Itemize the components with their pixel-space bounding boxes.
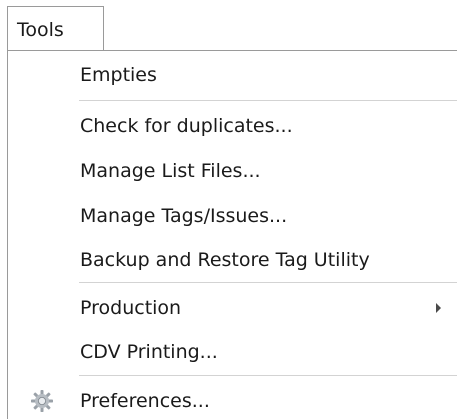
menu-item-empties[interactable]: Empties <box>8 53 457 97</box>
menu-item-production[interactable]: Production <box>8 286 457 330</box>
tools-menu-tab[interactable]: Tools <box>7 6 104 50</box>
menu-item-label: CDV Printing... <box>80 341 218 363</box>
menu-item-backup-restore[interactable]: Backup and Restore Tag Utility <box>8 238 457 282</box>
menu-item-cdv-printing[interactable]: CDV Printing... <box>8 330 457 374</box>
gear-icon <box>31 390 53 412</box>
submenu-arrow-icon <box>436 303 441 313</box>
menu-item-check-duplicates[interactable]: Check for duplicates... <box>8 104 457 148</box>
menu-separator <box>79 100 457 101</box>
app-root: Tools Empties Check for duplicates... Ma… <box>0 0 457 419</box>
menu-bar: Tools <box>0 0 457 51</box>
menu-separator <box>79 375 457 376</box>
tools-dropdown-menu: Empties Check for duplicates... Manage L… <box>7 50 457 419</box>
menu-item-label: Preferences... <box>80 390 210 412</box>
menu-item-label: Production <box>80 297 182 319</box>
menu-item-label: Backup and Restore Tag Utility <box>80 249 370 271</box>
menu-item-label: Empties <box>80 64 157 86</box>
menu-item-label: Check for duplicates... <box>80 115 293 137</box>
menu-separator <box>79 282 457 283</box>
menu-item-label: Manage Tags/Issues... <box>80 205 288 227</box>
menu-item-manage-tags-issues[interactable]: Manage Tags/Issues... <box>8 194 457 238</box>
menu-item-preferences[interactable]: Preferences... <box>8 379 457 419</box>
menu-item-manage-list-files[interactable]: Manage List Files... <box>8 149 457 193</box>
menu-item-label: Manage List Files... <box>80 160 261 182</box>
